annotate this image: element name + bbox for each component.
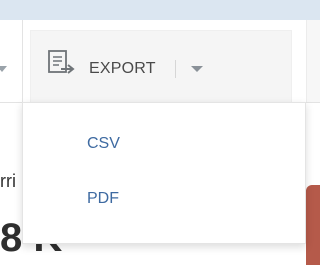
right-toolbar-segment — [306, 20, 320, 102]
toolbar: EXPORT — [0, 20, 320, 103]
export-button[interactable]: EXPORT — [30, 30, 292, 102]
background-label-fragment: rri — [0, 171, 16, 191]
menu-item-csv[interactable]: CSV — [23, 125, 305, 165]
background-card-left: rri 8 K — [0, 103, 62, 260]
chevron-down-icon[interactable] — [0, 66, 7, 72]
export-dropdown-menu: CSV PDF — [22, 102, 306, 244]
menu-item-label: CSV — [87, 135, 120, 152]
chevron-down-icon[interactable] — [191, 66, 203, 72]
menu-item-pdf[interactable]: PDF — [23, 180, 305, 220]
menu-item-label: PDF — [87, 190, 119, 207]
top-strip — [0, 0, 320, 20]
export-icon — [48, 50, 75, 74]
export-divider — [175, 60, 176, 78]
background-card-right — [306, 185, 320, 265]
previous-toolbar-segment — [0, 20, 23, 102]
export-label: EXPORT — [89, 60, 156, 77]
